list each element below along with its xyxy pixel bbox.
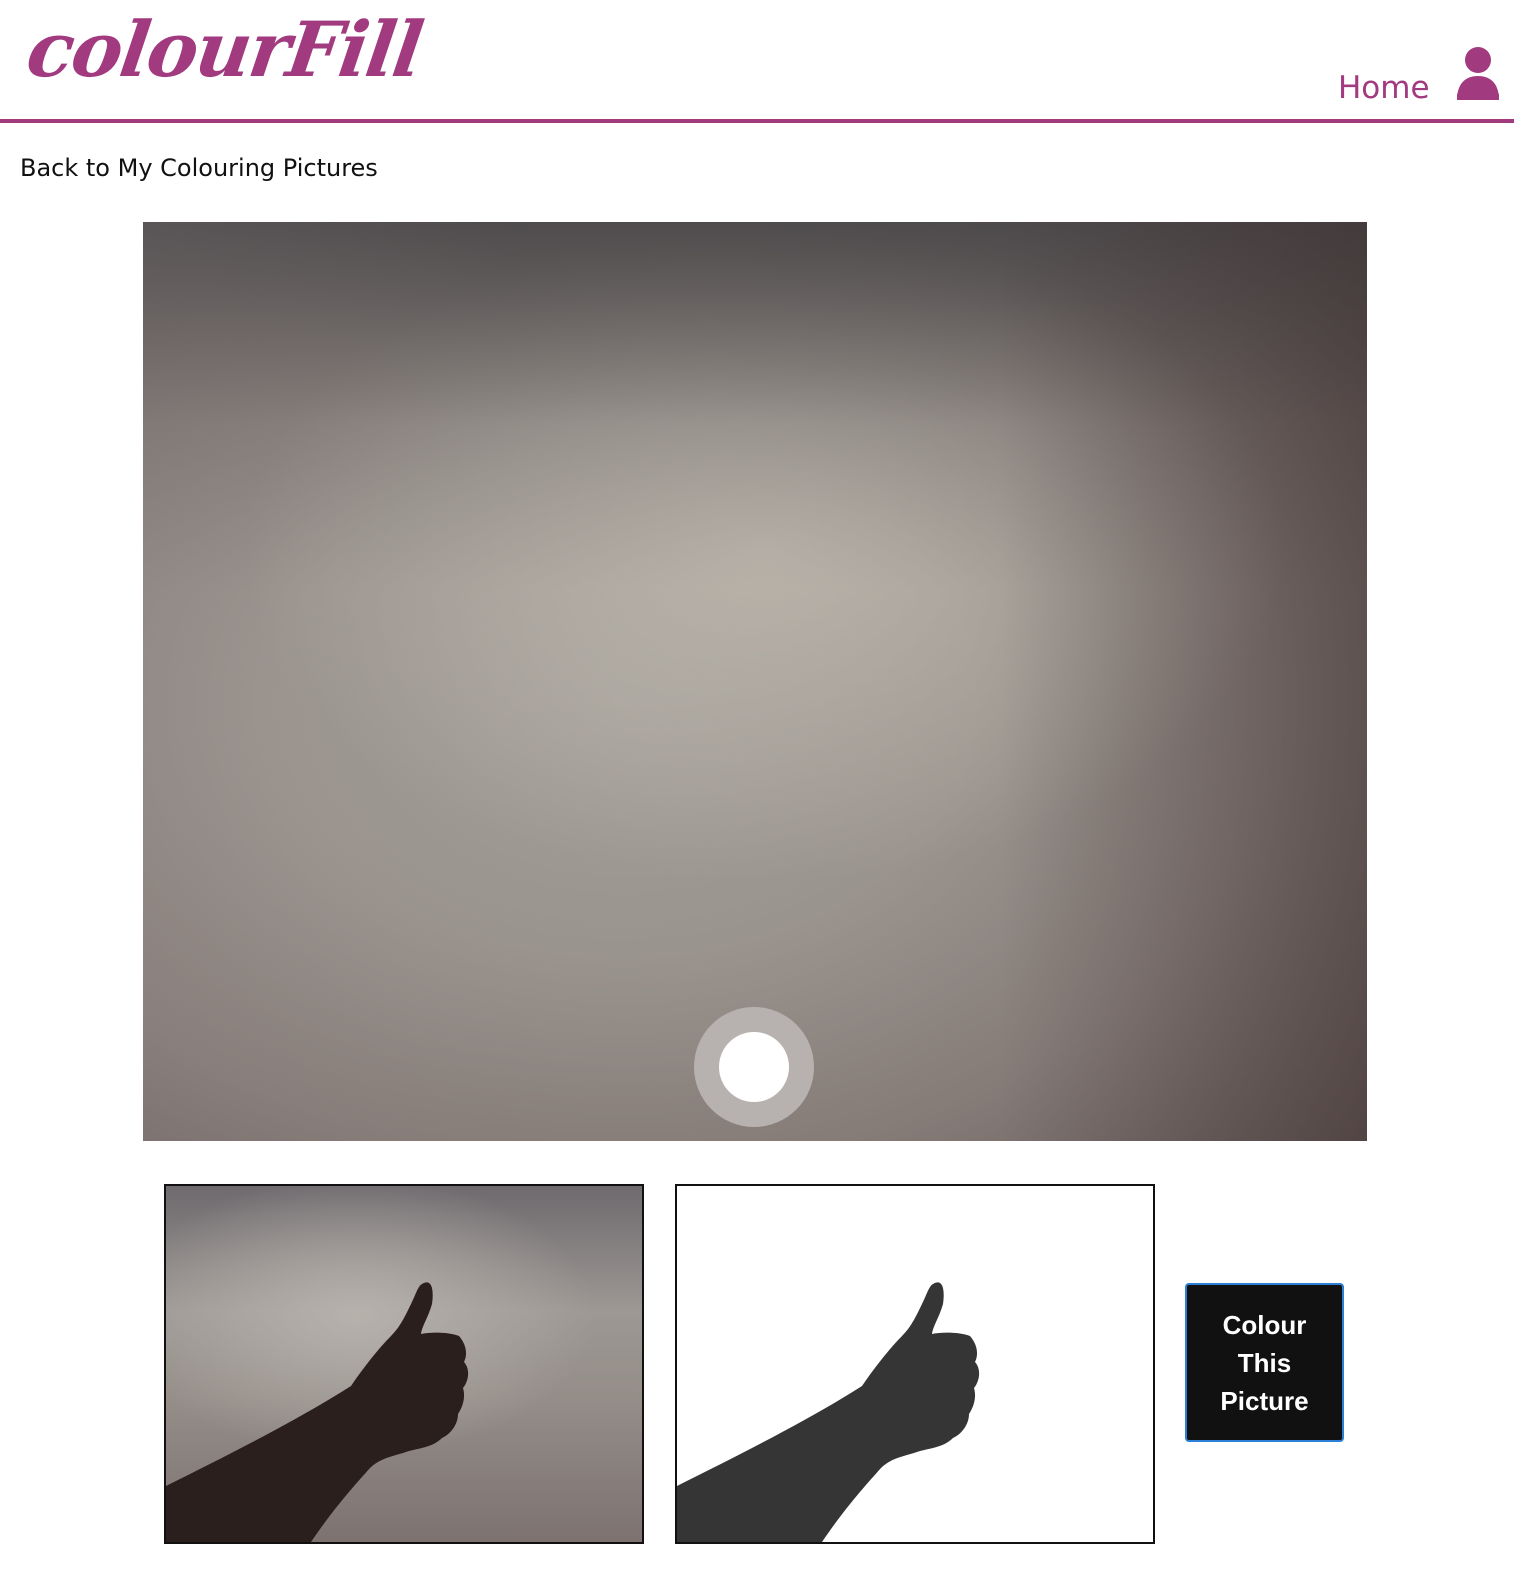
- thumbs-up-hand-outline: [677, 1282, 980, 1542]
- captured-photo-thumbnail: [164, 1184, 644, 1544]
- app-logo[interactable]: colourFill: [22, 4, 427, 95]
- colouring-outline-thumbnail: [675, 1184, 1155, 1544]
- nav-home-link[interactable]: Home: [1338, 70, 1430, 106]
- app-header: colourFill Home: [0, 0, 1514, 123]
- back-to-pictures-link[interactable]: Back to My Colouring Pictures: [20, 154, 378, 182]
- shutter-button-inner: [719, 1032, 789, 1102]
- camera-viewfinder: [143, 222, 1367, 1141]
- colour-this-picture-button[interactable]: Colour This Picture: [1185, 1283, 1344, 1442]
- thumbs-up-hand-photo: [166, 1282, 469, 1542]
- user-icon[interactable]: [1455, 46, 1501, 102]
- shutter-button-icon[interactable]: [694, 1007, 814, 1127]
